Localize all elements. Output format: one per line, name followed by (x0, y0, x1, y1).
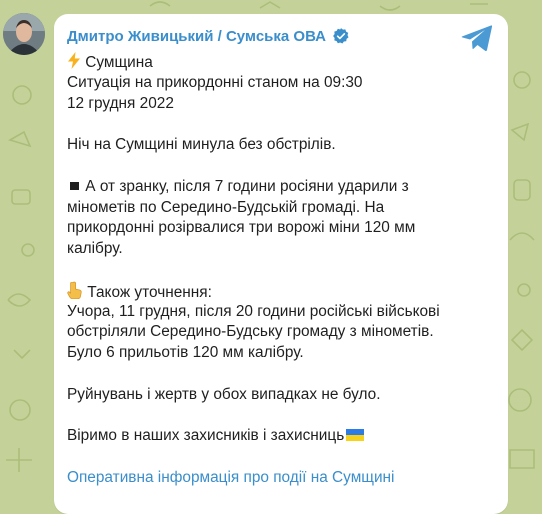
clarification-line-1: Учора, 11 грудня, після 20 години російс… (67, 302, 440, 320)
message-header-title: Сумщина (85, 54, 153, 71)
damage-line: Руйнувань і жертв у обох випадках не бул… (67, 385, 381, 403)
verified-badge-icon (333, 28, 349, 44)
message-text: Сумщина Ситуація на прикордонні станом н… (67, 52, 497, 489)
situation-line: Ситуація на прикордонні станом на 09:30 (67, 73, 363, 91)
sender-name[interactable]: Дмитро Живицький / Сумська ОВА (67, 28, 326, 45)
sender-header: Дмитро Живицький / Сумська ОВА (67, 24, 350, 48)
telegram-plane-icon[interactable] (460, 23, 494, 53)
message-bubble: Дмитро Живицький / Сумська ОВА Сумщина С… (54, 14, 508, 514)
lightning-icon (68, 52, 80, 69)
morning-report-line-2: мінометів по Середино-Будській громаді. … (67, 198, 385, 216)
morning-report-line-3: прикордонні розірвалися три ворожі міни … (67, 219, 416, 237)
date-line: 12 грудня 2022 (67, 94, 174, 112)
avatar-photo-icon (3, 13, 45, 55)
night-status-line: Ніч на Сумщині минула без обстрілів. (67, 136, 336, 154)
pointing-up-hand-icon (67, 281, 82, 299)
clarification-title-line: Також уточнення: (67, 281, 497, 302)
channel-info-link[interactable]: Оперативна інформація про події на Сумщи… (67, 468, 497, 489)
black-square-icon (70, 181, 79, 190)
morning-report-line-1: А от зранку, після 7 години росіяни удар… (67, 177, 497, 198)
clarification-line-3: Було 6 прильотів 120 мм калібру. (67, 344, 304, 362)
clarification-line-2: обстріляли Середино-Будську громаду з мі… (67, 323, 434, 341)
ukraine-flag-icon (346, 429, 365, 442)
believe-line: Віримо в наших захисників і захисниць (67, 426, 497, 447)
message-header-title-line: Сумщина (67, 52, 497, 73)
channel-avatar[interactable] (3, 13, 45, 55)
morning-report-line-4: калібру. (67, 240, 123, 258)
